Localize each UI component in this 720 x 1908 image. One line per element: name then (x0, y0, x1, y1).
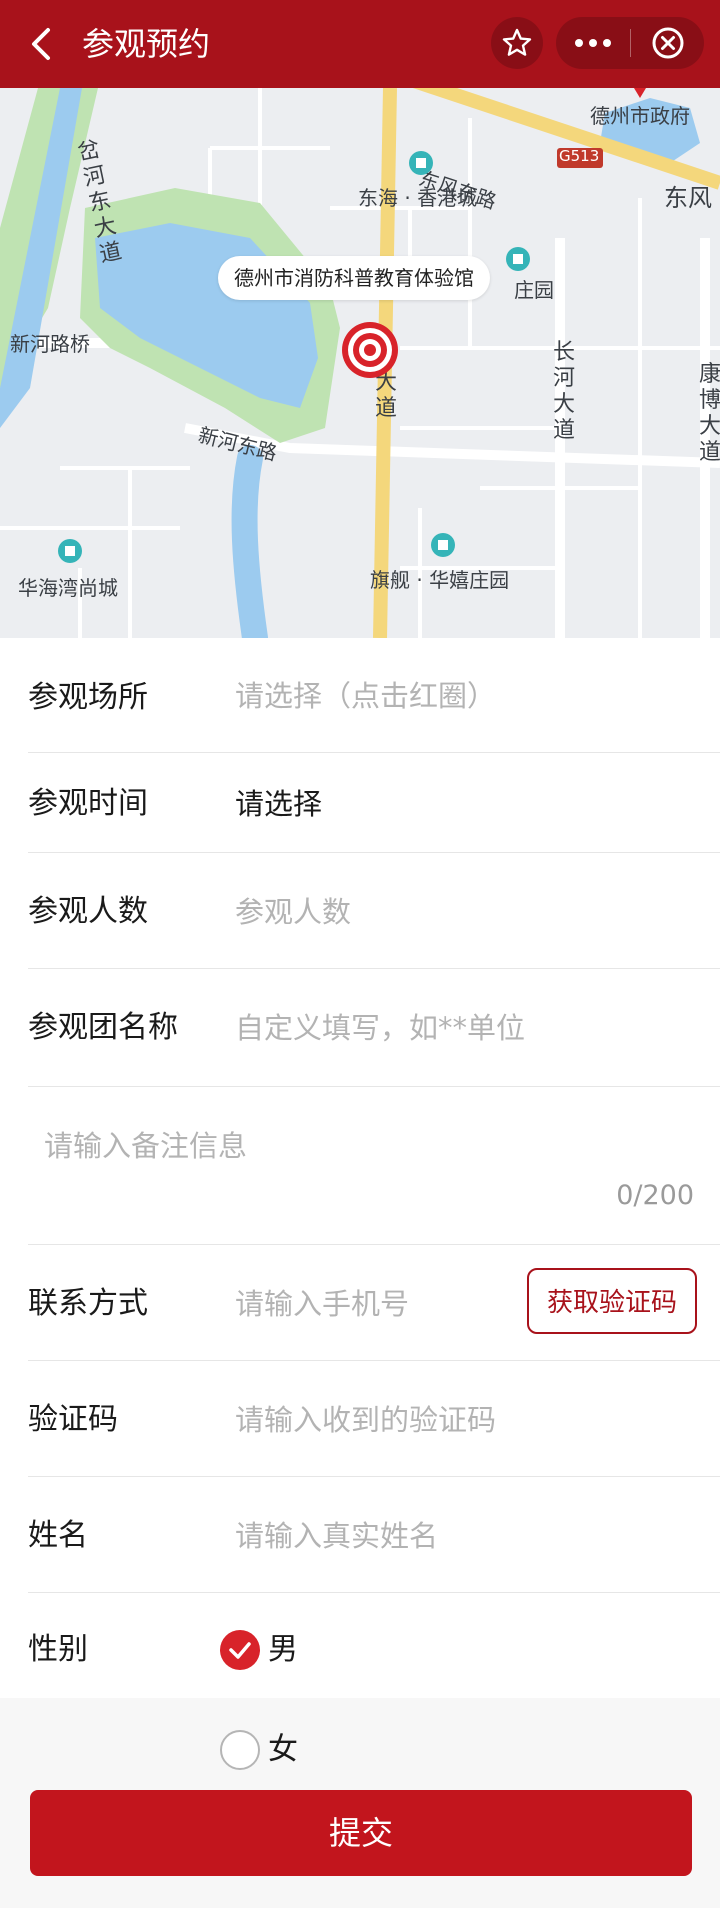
star-icon (502, 28, 532, 56)
group-name-input[interactable]: 自定义填写，如**单位 (235, 1008, 525, 1048)
gender-male-radio[interactable] (220, 1630, 260, 1670)
checkmark-icon (229, 1642, 251, 1659)
favorite-button[interactable] (491, 17, 543, 69)
remark-textarea[interactable]: 请输入备注信息 (44, 1126, 247, 1166)
map-label-changhe-ave: 长河大道 (552, 340, 575, 443)
venue-callout[interactable]: 德州市消防科普教育体验馆 (218, 256, 490, 300)
count-row: 参观人数 参观人数 (28, 852, 720, 969)
map-label-kangbo-ave: 康博大道 (698, 362, 720, 465)
get-code-button[interactable]: 获取验证码 (527, 1268, 697, 1334)
submit-button[interactable]: 提交 (30, 1790, 692, 1876)
gender-label: 性别 (28, 1632, 88, 1667)
group-row: 参观团名称 自定义填写，如**单位 (28, 968, 720, 1087)
close-circle-icon (652, 27, 683, 59)
gender-row: 性别 (28, 1592, 720, 1699)
more-button[interactable] (556, 17, 630, 69)
phone-input[interactable]: 请输入手机号 (235, 1284, 409, 1324)
nav-bar: 参观预约 (0, 0, 720, 88)
count-label: 参观人数 (28, 894, 148, 929)
target-icon (342, 322, 398, 378)
time-label: 参观时间 (28, 786, 148, 821)
count-input[interactable]: 参观人数 (235, 892, 351, 932)
gender-male-label[interactable]: 男 (268, 1630, 298, 1670)
name-label: 姓名 (28, 1518, 88, 1553)
poi-pin-icon (408, 150, 434, 176)
map-label-g513: G513 (559, 147, 600, 165)
map-label-dezhou-gov: 德州市政府 (590, 104, 690, 128)
code-input[interactable]: 请输入收到的验证码 (235, 1400, 496, 1440)
gender-female-label[interactable]: 女 (268, 1730, 298, 1770)
poi-pin-icon (57, 538, 83, 564)
gender-female-radio[interactable] (220, 1730, 260, 1770)
map-label-huahai-wan: 华海湾尚城 (18, 576, 118, 600)
venue-row[interactable]: 参观场所 请选择（点击红圈） (28, 638, 720, 753)
group-label: 参观团名称 (28, 1010, 178, 1045)
map-label-donghai-xianggang: 东海 · 香港城 (358, 186, 478, 210)
venue-target-marker[interactable] (340, 320, 400, 380)
mini-program-capsule (556, 17, 704, 69)
phone-label: 联系方式 (28, 1286, 148, 1321)
map-label-dongfeng-edge: 东风 (664, 184, 712, 212)
poi-pin-icon (430, 532, 456, 558)
poi-pin-icon (505, 246, 531, 272)
code-label: 验证码 (28, 1402, 118, 1437)
map-label-qijian-huaxi: 旗舰 · 华嬉庄园 (370, 568, 510, 592)
code-row: 验证码 请输入收到的验证码 (28, 1360, 720, 1477)
time-row[interactable]: 参观时间 请选择 (28, 752, 720, 853)
map-label-xinhe-bridge: 新河路桥 (10, 332, 90, 356)
more-icon (575, 39, 611, 47)
back-button[interactable] (18, 20, 66, 68)
page-title: 参观预约 (82, 25, 211, 63)
venue-label: 参观场所 (28, 680, 148, 715)
map-label-zhuangyuan: 庄园 (514, 278, 554, 302)
close-button[interactable] (631, 17, 704, 69)
remark-row: 请输入备注信息 0/200 (28, 1086, 720, 1245)
map-view[interactable]: G513 东风东路 德州市政府 东风 东海 · 香港城 庄园 岔河东大道 新河路… (0, 88, 720, 638)
name-row: 姓名 请输入真实姓名 (28, 1476, 720, 1593)
time-select[interactable]: 请选择 (235, 784, 322, 824)
venue-select[interactable]: 请选择（点击红圈） (235, 676, 496, 716)
remark-char-counter: 0/200 (616, 1180, 694, 1211)
phone-row: 联系方式 请输入手机号 获取验证码 (28, 1244, 720, 1361)
back-icon (32, 28, 50, 60)
name-input[interactable]: 请输入真实姓名 (235, 1516, 438, 1556)
